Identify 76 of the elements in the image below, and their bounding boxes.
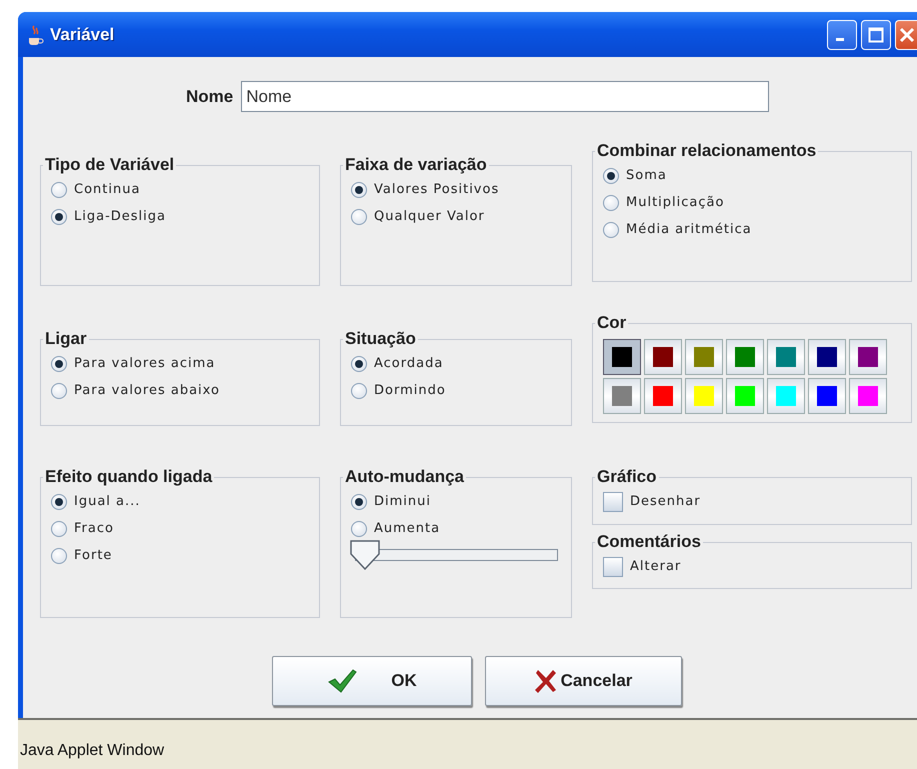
group-title: Combinar relacionamentos <box>596 142 818 161</box>
color-swatch-button[interactable] <box>603 338 641 375</box>
radio-button[interactable] <box>51 356 67 372</box>
radio-option[interactable]: Dormindo <box>351 378 561 405</box>
color-swatch-button[interactable] <box>726 378 764 414</box>
radio-button[interactable] <box>603 168 619 184</box>
radio-button[interactable] <box>603 222 619 238</box>
radio-option[interactable]: Diminui <box>351 488 561 516</box>
radio-option[interactable]: Soma <box>603 162 901 190</box>
color-swatch-button[interactable] <box>726 338 764 375</box>
group-title: Tipo de Variável <box>44 156 176 175</box>
checkbox-option[interactable]: Alterar <box>603 553 901 580</box>
radio-button[interactable] <box>351 182 367 198</box>
radio-option[interactable]: Aumenta <box>351 516 561 543</box>
group-title: Cor <box>596 314 628 333</box>
radio-option[interactable]: Valores Positivos <box>351 176 561 204</box>
group-title: Gráfico <box>596 468 658 487</box>
slider-thumb[interactable] <box>350 540 380 570</box>
color-swatch-button[interactable] <box>644 378 682 414</box>
color-swatch-button[interactable] <box>849 338 887 375</box>
radio-button[interactable] <box>351 209 367 226</box>
radio-option[interactable]: Para valores abaixo <box>51 378 309 405</box>
color-swatch-button[interactable] <box>644 338 682 375</box>
name-field[interactable]: Nome <box>241 81 770 112</box>
radio-button[interactable] <box>603 195 619 212</box>
group-title: Auto-mudança <box>344 468 465 487</box>
color-swatch-button[interactable] <box>849 378 887 414</box>
radio-button[interactable] <box>51 548 67 564</box>
cancel-button[interactable]: Cancelar <box>485 656 682 706</box>
group-title: Situação <box>344 330 417 349</box>
radio-button[interactable] <box>351 383 367 400</box>
checkbox-option[interactable]: Desenhar <box>603 488 901 516</box>
radio-option[interactable]: Igual a... <box>51 488 309 516</box>
maximize-icon <box>868 26 884 42</box>
group-title: Faixa de variação <box>344 156 488 175</box>
close-icon <box>898 26 914 42</box>
color-swatch-button[interactable] <box>603 378 641 414</box>
radio-button[interactable] <box>351 521 367 538</box>
radio-option[interactable]: Continua <box>51 176 309 204</box>
color-swatch-button[interactable] <box>767 378 805 414</box>
radio-button[interactable] <box>51 494 67 510</box>
ok-button[interactable]: OK <box>272 656 472 706</box>
color-swatch-button[interactable] <box>767 338 805 375</box>
color-swatch-button[interactable] <box>685 338 723 375</box>
coffee-cup-icon <box>26 24 44 46</box>
radio-option[interactable]: Multiplicação <box>603 190 901 217</box>
maximize-button[interactable] <box>861 20 891 50</box>
window-title: Variável <box>50 24 114 46</box>
group-title: Efeito quando ligada <box>44 468 214 487</box>
radio-button[interactable] <box>51 182 67 198</box>
radio-option[interactable]: Acordada <box>351 350 561 378</box>
name-label: Nome <box>186 86 234 108</box>
x-mark-icon <box>534 669 557 693</box>
radio-button[interactable] <box>351 356 367 372</box>
radio-button[interactable] <box>51 209 67 226</box>
radio-option[interactable]: Forte <box>51 542 309 570</box>
color-swatch-button[interactable] <box>685 378 723 414</box>
group-title: Comentários <box>596 532 702 552</box>
status-text: Java Applet Window <box>20 741 164 761</box>
color-swatch-button[interactable] <box>808 338 846 375</box>
color-swatch-button[interactable] <box>808 378 846 414</box>
group-title: Ligar <box>44 330 88 349</box>
radio-option[interactable]: Fraco <box>51 516 309 543</box>
radio-option[interactable]: Qualquer Valor <box>351 204 561 231</box>
checkmark-icon <box>327 668 358 694</box>
radio-option[interactable]: Para valores acima <box>51 350 309 378</box>
radio-button[interactable] <box>51 521 67 538</box>
checkbox[interactable] <box>603 556 623 577</box>
minimize-button[interactable] <box>827 20 857 50</box>
close-button[interactable] <box>895 20 917 50</box>
radio-button[interactable] <box>51 383 67 400</box>
radio-option[interactable]: Liga-Desliga <box>51 204 309 231</box>
minimize-icon <box>836 38 844 41</box>
radio-option[interactable]: Média aritmética <box>603 216 901 244</box>
radio-button[interactable] <box>351 494 367 510</box>
checkbox[interactable] <box>603 492 623 512</box>
